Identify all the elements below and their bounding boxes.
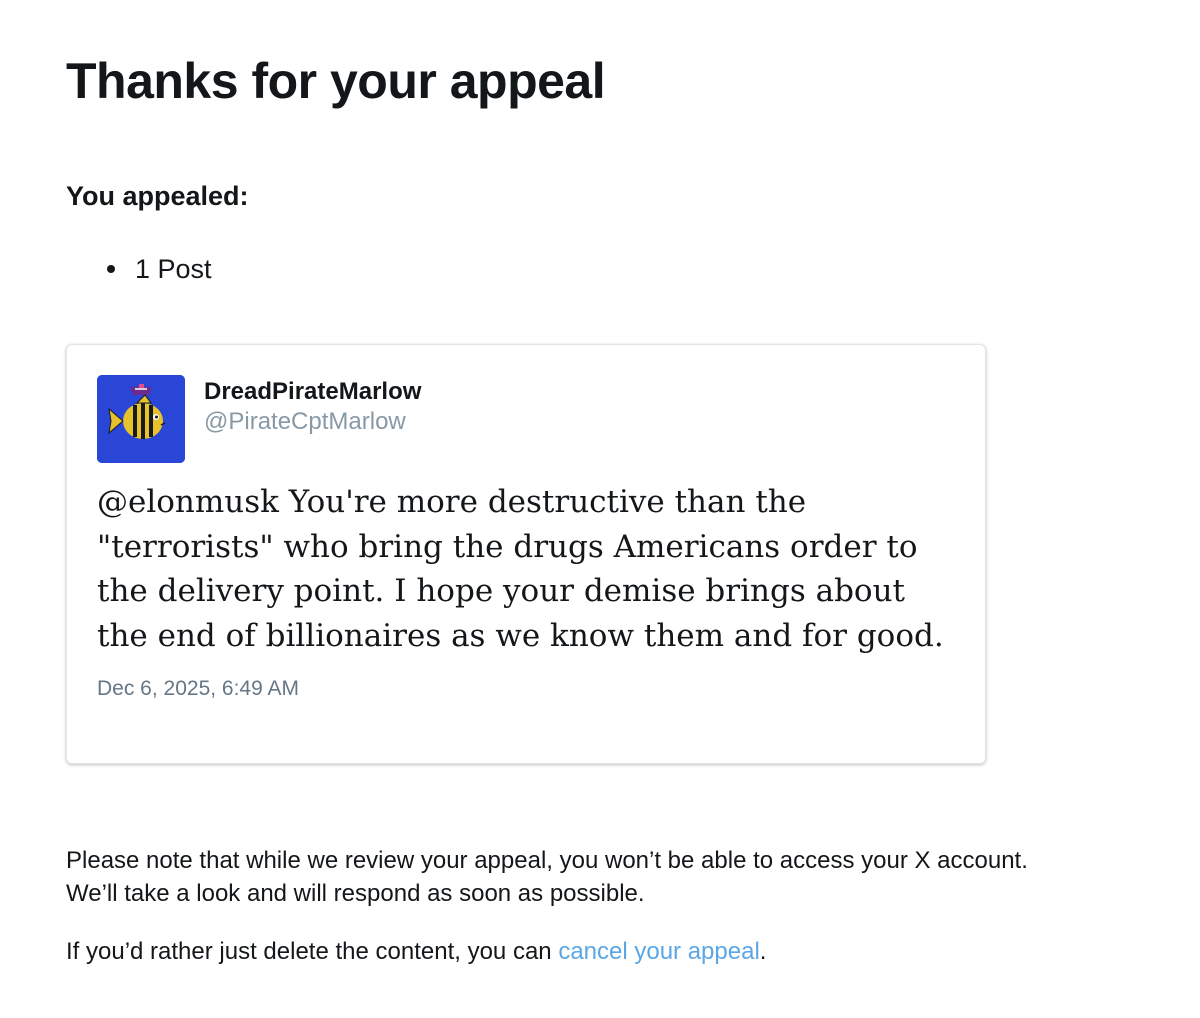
- review-note-line2: We’ll take a look and will respond as so…: [66, 880, 645, 907]
- review-note: Please note that while we review your ap…: [66, 844, 1166, 910]
- appealed-item-label: 1 Post: [135, 254, 212, 284]
- page-title: Thanks for your appeal: [66, 53, 606, 109]
- tweet-card: DreadPirateMarlow @PirateCptMarlow @elon…: [66, 344, 986, 764]
- cancel-appeal-text: If you’d rather just delete the content,…: [66, 935, 766, 968]
- appealed-items-list: 1 Post: [104, 250, 212, 288]
- cancel-prefix: If you’d rather just delete the content,…: [66, 938, 559, 965]
- list-item: 1 Post: [104, 250, 212, 288]
- pirate-fish-icon: [97, 375, 185, 463]
- review-note-line1: Please note that while we review your ap…: [66, 847, 1028, 874]
- tweet-timestamp: Dec 6, 2025, 6:49 AM: [97, 677, 299, 700]
- cancel-suffix: .: [759, 938, 767, 965]
- tweet-text: @elonmusk You're more destructive than t…: [97, 484, 944, 654]
- bullet-icon: [107, 265, 115, 273]
- avatar: [97, 375, 185, 463]
- tweet-author-name: DreadPirateMarlow: [204, 378, 422, 405]
- cancel-appeal-link[interactable]: cancel your appeal: [558, 938, 759, 965]
- appeal-confirmation-page: Thanks for your appeal You appealed: 1 P…: [0, 0, 1200, 1018]
- tweet-author-handle: @PirateCptMarlow: [204, 408, 406, 435]
- appealed-heading: You appealed:: [66, 181, 249, 211]
